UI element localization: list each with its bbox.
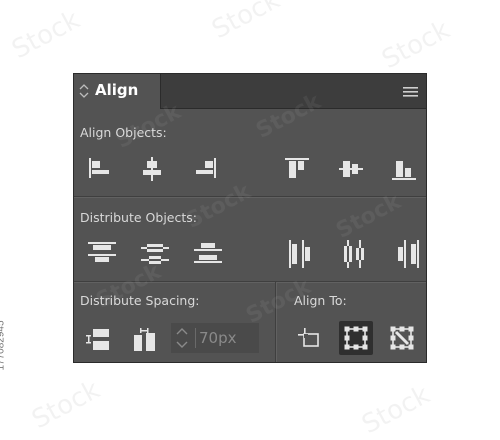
collapse-arrows-icon[interactable] bbox=[79, 83, 89, 103]
distribute-top-edges-icon[interactable] bbox=[85, 237, 119, 271]
section-divider bbox=[74, 281, 426, 282]
watermark-text: Stock bbox=[357, 379, 435, 440]
spacing-input[interactable] bbox=[199, 328, 255, 348]
align-to-artboard-icon[interactable] bbox=[293, 321, 327, 355]
distribute-objects-label: Distribute Objects: bbox=[80, 210, 197, 225]
align-objects-label: Align Objects: bbox=[80, 125, 167, 140]
watermark-text: Stock bbox=[27, 374, 105, 436]
spacing-value-field bbox=[171, 323, 259, 353]
distribute-bottom-edges-icon[interactable] bbox=[191, 237, 225, 271]
align-to-selection-icon[interactable] bbox=[339, 321, 373, 355]
align-right-edges-icon[interactable] bbox=[188, 152, 222, 186]
section-divider bbox=[74, 196, 426, 197]
watermark-text: Stock bbox=[207, 0, 285, 46]
watermark-text: Stock bbox=[377, 14, 455, 76]
align-top-edges-icon[interactable] bbox=[280, 152, 314, 186]
distribute-horizontal-centers-icon[interactable] bbox=[337, 237, 371, 271]
tab-align[interactable]: Align bbox=[74, 74, 161, 109]
distribute-vertical-centers-icon[interactable] bbox=[138, 237, 172, 271]
align-vertical-centers-icon[interactable] bbox=[334, 152, 368, 186]
align-panel: Align Align Objects: Distribute Objects:… bbox=[73, 73, 427, 363]
align-left-edges-icon[interactable] bbox=[82, 152, 116, 186]
align-to-key-object-icon[interactable] bbox=[385, 321, 419, 355]
align-to-label: Align To: bbox=[294, 293, 347, 308]
watermark-text: Stock bbox=[332, 189, 405, 244]
align-horizontal-centers-icon[interactable] bbox=[135, 152, 169, 186]
panel-title: Align bbox=[95, 81, 139, 99]
watermark-image-id: 177082945 bbox=[0, 320, 7, 371]
distribute-left-edges-icon[interactable] bbox=[284, 237, 318, 271]
field-separator bbox=[195, 328, 196, 348]
distribute-spacing-label: Distribute Spacing: bbox=[80, 293, 200, 308]
distribute-right-edges-icon[interactable] bbox=[390, 237, 424, 271]
align-bottom-edges-icon[interactable] bbox=[387, 152, 421, 186]
watermark-text: Stock bbox=[7, 4, 85, 66]
up-down-stepper-icon[interactable] bbox=[171, 323, 193, 353]
vertical-distribute-space-icon[interactable] bbox=[81, 323, 115, 357]
watermark-text: Stock bbox=[182, 179, 255, 234]
horizontal-distribute-space-icon[interactable] bbox=[128, 323, 162, 357]
section-vertical-divider bbox=[275, 282, 276, 362]
hamburger-menu-icon[interactable] bbox=[402, 84, 420, 98]
